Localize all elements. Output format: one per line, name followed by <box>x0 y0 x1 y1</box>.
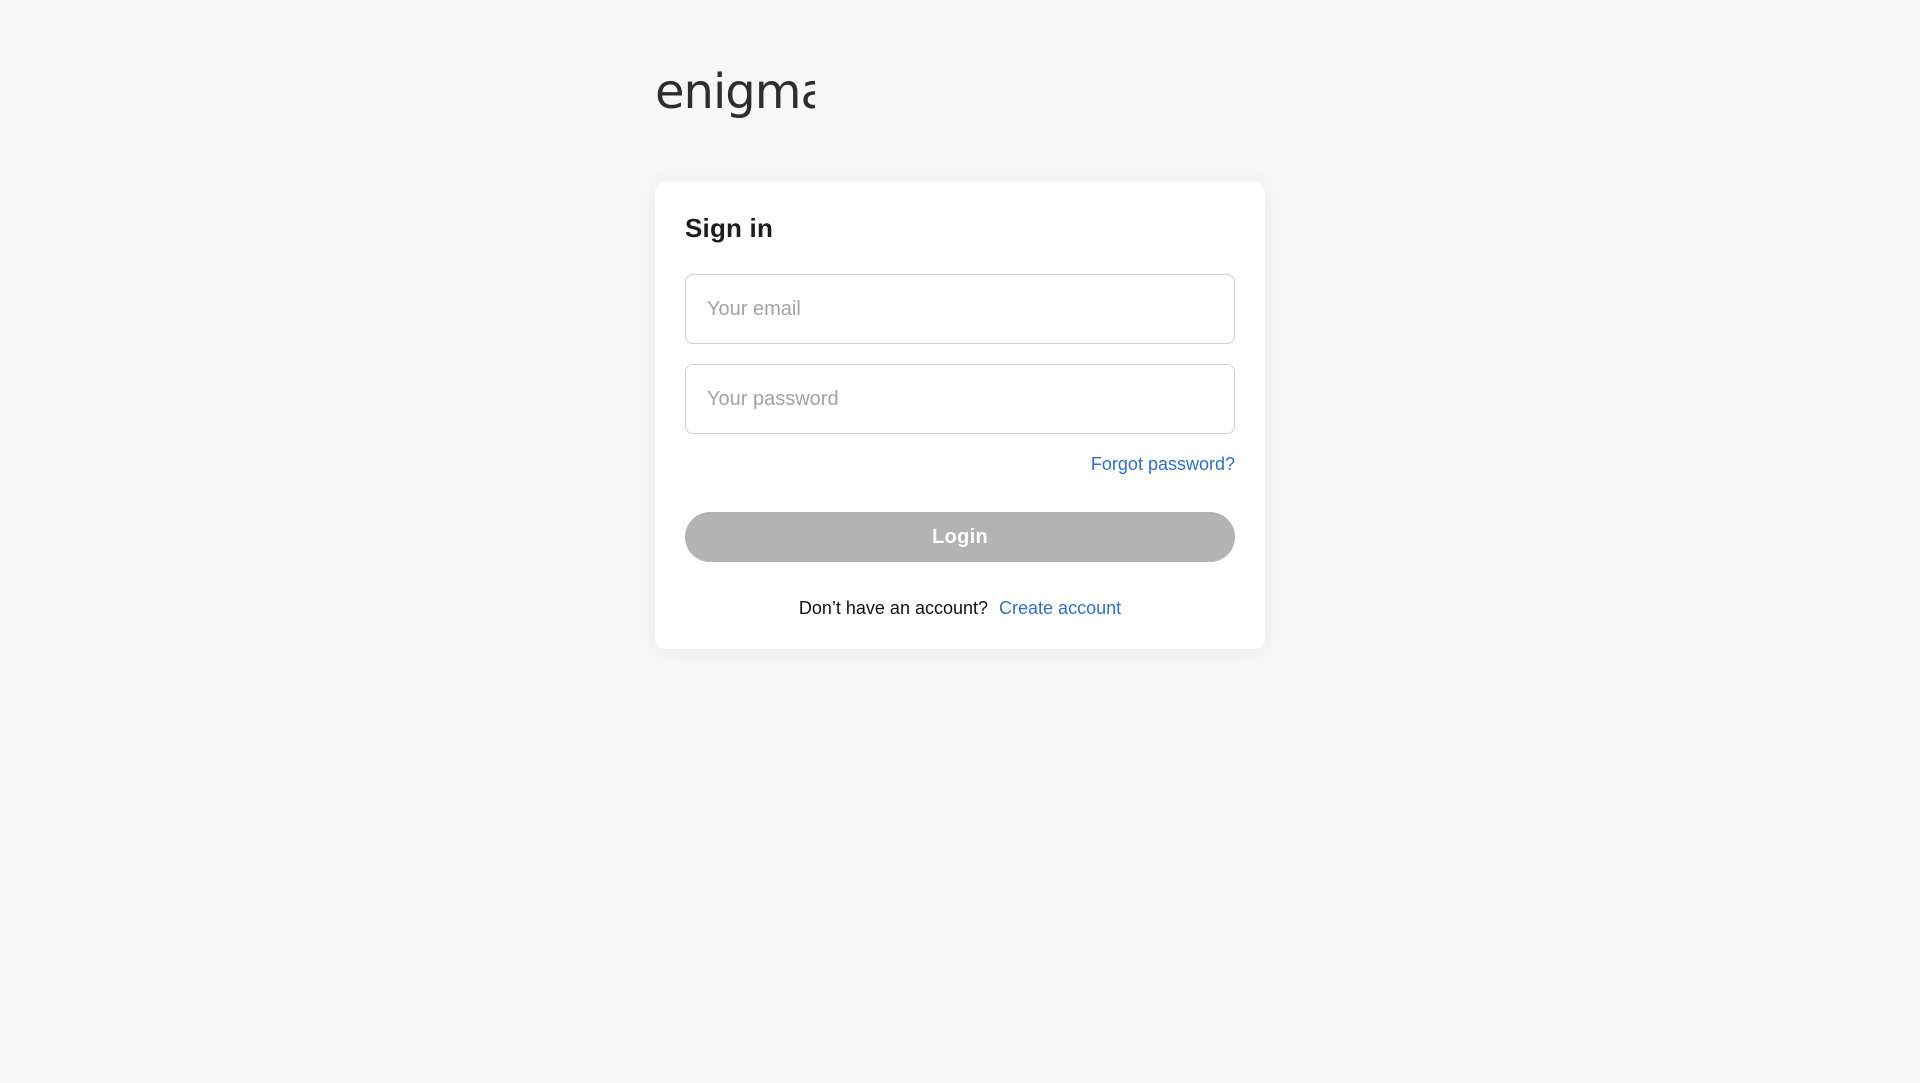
email-field[interactable] <box>685 274 1235 344</box>
signup-row: Don’t have an account? Create account <box>685 596 1235 620</box>
login-button[interactable]: Login <box>685 512 1235 562</box>
enigma-logo: enigma <box>655 66 815 132</box>
forgot-password-link[interactable]: Forgot password? <box>1091 454 1235 474</box>
page-title: Sign in <box>685 213 774 243</box>
signin-card: Sign in Forgot password? Login Don’t hav… <box>655 182 1265 649</box>
logo-wordmark: enigma <box>655 66 815 120</box>
forgot-password-row: Forgot password? <box>685 452 1235 476</box>
password-field[interactable] <box>685 364 1235 434</box>
no-account-text: Don’t have an account? <box>798 598 989 618</box>
create-account-link[interactable]: Create account <box>999 598 1121 618</box>
